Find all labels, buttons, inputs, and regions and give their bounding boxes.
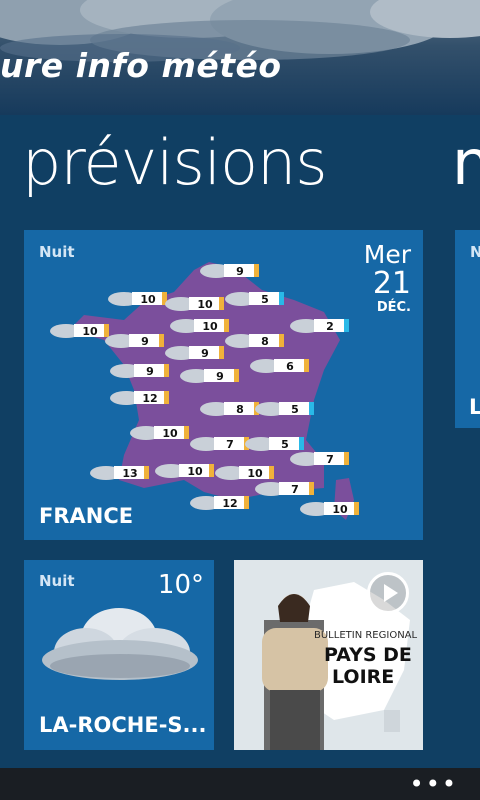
france-map: 910 10 510 210998699128 5107 5713 10 10712 10 (50, 262, 359, 520)
side-tile-name: L (469, 395, 480, 419)
france-map-tile[interactable]: 9 10 10 5 10 2 10 9 9 8 6 9 9 12 8 5 10 7 5 7 13 10 10 7 12 10 Nu… (24, 230, 423, 540)
temperature-badge-stripe (164, 364, 169, 377)
temperature-badge-stripe (244, 496, 249, 509)
city-name: LA-ROCHE-S... (39, 713, 207, 737)
temperature-value: 6 (286, 360, 294, 373)
temperature-badge-stripe (219, 346, 224, 359)
temperature-value: 8 (236, 403, 244, 416)
temperature-value: 12 (222, 497, 237, 510)
temperature-value: 10 (332, 503, 348, 516)
temperature-value: 5 (281, 438, 289, 451)
temperature-badge-stripe (344, 452, 349, 465)
more-options-button[interactable]: ••• (410, 770, 458, 798)
app-title: ure info météo (0, 46, 282, 85)
temperature-value: 9 (141, 335, 149, 348)
bulletin-region-line1: PAYS DE (324, 644, 412, 666)
temperature-value: 7 (291, 483, 299, 496)
temperature-value: 10 (247, 467, 263, 480)
temperature-value: 9 (216, 370, 224, 383)
temperature-badge-stripe (254, 264, 259, 277)
temperature-badge-stripe (104, 324, 109, 337)
temperature-value: 5 (261, 293, 269, 306)
play-icon[interactable] (367, 572, 409, 614)
bulletin-label: BULLETIN REGIONAL (314, 630, 418, 641)
side-tile-peek[interactable]: N L (455, 230, 480, 428)
temperature-badge-stripe (219, 297, 224, 310)
video-bulletin-tile[interactable]: BULLETIN REGIONAL PAYS DE LOIRE (234, 560, 423, 750)
temperature-value: 10 (82, 325, 98, 338)
temperature-value: 9 (201, 347, 209, 360)
temperature-badge-stripe (299, 437, 304, 450)
temperature-badge-stripe (234, 369, 239, 382)
temperature-badge-stripe (309, 482, 314, 495)
temperature-value: 9 (146, 365, 154, 378)
pivot-title[interactable]: prévisions (22, 126, 328, 199)
temperature-value: 12 (142, 392, 157, 405)
temperature-badge-stripe (209, 464, 214, 477)
temperature-badge-stripe (309, 402, 314, 415)
temperature-value: 10 (162, 427, 178, 440)
period-label: Nuit (39, 243, 75, 261)
temperature-value: 10 (197, 298, 213, 311)
app-bar: ••• (0, 768, 480, 800)
temperature-badge-stripe (344, 319, 349, 332)
city-weather-tile[interactable]: Nuit 10° LA-ROCHE-S... (24, 560, 214, 750)
bulletin-region-line2: LOIRE (332, 666, 395, 688)
temperature-value: 10 (202, 320, 218, 333)
temperature-badge-stripe (164, 391, 169, 404)
region-name: FRANCE (39, 504, 134, 528)
temperature-value: 8 (261, 335, 269, 348)
date-number: 21 (372, 266, 411, 301)
temperature-badge-stripe (144, 466, 149, 479)
temperature-badge-stripe (269, 466, 274, 479)
temperature-value: 9 (236, 265, 244, 278)
temperature-badge-stripe (184, 426, 189, 439)
temperature-badge-stripe (354, 502, 359, 515)
temperature-value: 7 (226, 438, 234, 451)
temperature-badge-stripe (159, 334, 164, 347)
date-month: DÉC. (376, 300, 411, 315)
temperature-value: 10 (187, 465, 203, 478)
temperature-value: 5 (291, 403, 299, 416)
pivot-next-peek[interactable]: n (452, 126, 480, 199)
temperature-value: 2 (326, 320, 334, 333)
temperature-badge-stripe (224, 319, 229, 332)
temperature-badge-stripe (279, 334, 284, 347)
temperature-value: 13 (122, 467, 137, 480)
side-tile-label: N (470, 243, 480, 261)
date-day: Mer (363, 240, 411, 269)
temperature-value: 7 (326, 453, 334, 466)
temperature-value: 10 (140, 293, 156, 306)
temperature-badge-stripe (279, 292, 284, 305)
temperature-badge-stripe (304, 359, 309, 372)
